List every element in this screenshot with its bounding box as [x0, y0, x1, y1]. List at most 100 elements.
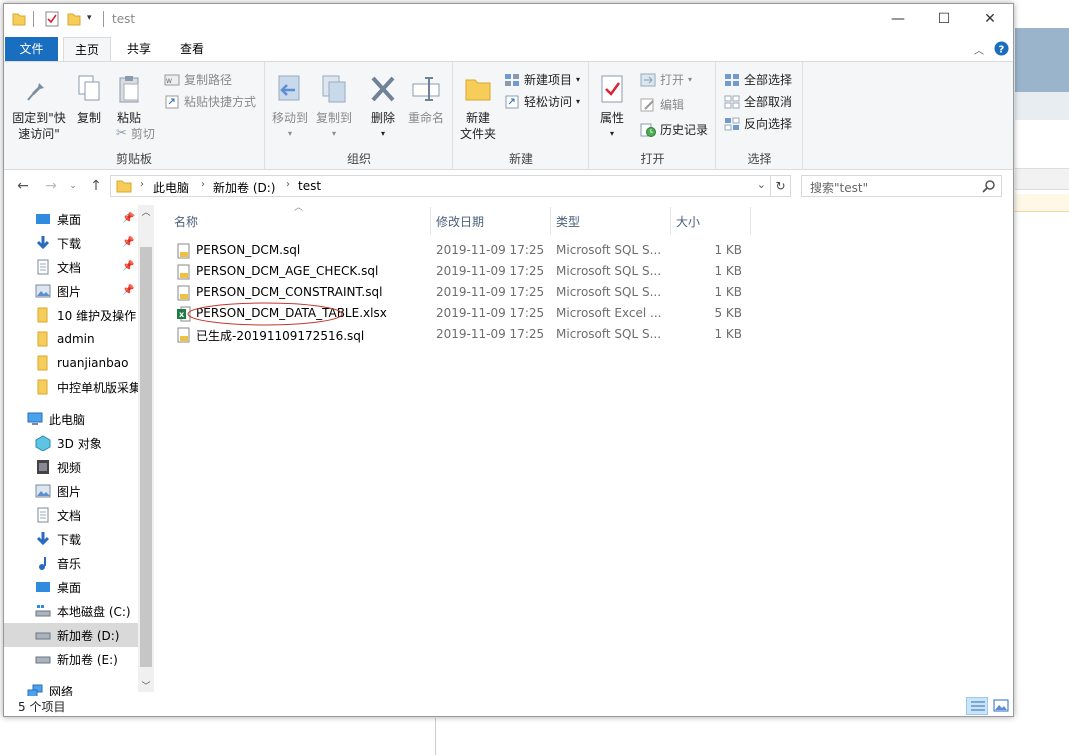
select-all-label: 全部选择 [744, 73, 793, 87]
nav-label: 下载 [57, 532, 82, 547]
paste-button[interactable]: 粘贴 [112, 74, 146, 126]
rename-button[interactable]: 重命名 [406, 74, 446, 126]
nav-label: 图片 [57, 284, 82, 299]
nav-pc-3d-objects[interactable]: 3D 对象 [35, 431, 154, 455]
nav-pc-downloads[interactable]: 下载 [35, 527, 154, 551]
pin-to-quick-access-button[interactable]: 固定到"快 速访问" [8, 74, 70, 142]
edit-button[interactable]: 编辑 [640, 95, 684, 115]
nav-pc-drive-e[interactable]: 新加卷 (E:) [35, 647, 154, 671]
folder-icon [12, 13, 26, 26]
minimize-button[interactable]: — [875, 4, 921, 34]
nav-quick-downloads[interactable]: 下载 [35, 231, 154, 255]
details-view-icon[interactable] [966, 697, 988, 715]
select-none-label: 全部取消 [744, 95, 793, 109]
tab-share[interactable]: 共享 [117, 37, 161, 61]
breadcrumb-test[interactable]: test [298, 179, 321, 193]
large-icons-view-icon[interactable] [990, 697, 1012, 715]
column-separator[interactable] [550, 207, 551, 235]
select-all-icon [725, 74, 739, 86]
move-to-button[interactable]: 移动到 ▾ [270, 74, 310, 142]
select-none-button[interactable]: 全部取消 [724, 92, 792, 112]
maximize-button[interactable]: ☐ [921, 4, 967, 34]
nav-quick-documents[interactable]: 文档 [35, 255, 154, 279]
new-item-label: 新建项目 [524, 73, 573, 87]
nav-pc-desktop[interactable]: 桌面 [35, 575, 154, 599]
nav-quick-pictures[interactable]: 图片 [35, 279, 154, 303]
nav-pc-documents[interactable]: 文档 [35, 503, 154, 527]
paste-shortcut-button[interactable]: 粘贴快捷方式 [164, 92, 256, 112]
copy-button[interactable]: 复制 [72, 74, 106, 126]
nav-scrollbar[interactable]: ︿ ﹀ [138, 205, 154, 692]
close-button[interactable]: ✕ [967, 4, 1013, 34]
scroll-down-icon[interactable]: ﹀ [138, 679, 154, 692]
copy-to-button[interactable]: 复制到 ▾ [314, 74, 354, 142]
column-header-type[interactable]: 类型 [556, 213, 580, 230]
file-row[interactable]: PERSON_DCM.sql 2019-11-09 17:25 Microsof… [170, 240, 750, 261]
breadcrumb-this-pc[interactable]: 此电脑 [153, 179, 189, 196]
back-arrow-icon[interactable]: ← [14, 177, 32, 195]
tab-home[interactable]: 主页 [63, 37, 111, 62]
properties-icon[interactable] [45, 11, 59, 27]
column-separator[interactable] [670, 207, 671, 235]
quick-access-dropdown-icon[interactable]: ▾ [87, 13, 92, 29]
file-row[interactable]: PERSON_DCM_CONSTRAINT.sql 2019-11-09 17:… [170, 282, 750, 303]
nav-quick-folder[interactable]: ruanjianbao [35, 351, 154, 375]
nav-label: 此电脑 [49, 412, 86, 427]
nav-pc-drive-d[interactable]: 新加卷 (D:) [35, 623, 154, 647]
properties-icon [601, 75, 623, 103]
tab-file[interactable]: 文件 [5, 37, 58, 61]
new-folder-button[interactable]: 新建 文件夹 [456, 74, 500, 142]
history-icon [640, 123, 656, 137]
collapse-ribbon-icon[interactable]: ︿ [974, 42, 984, 57]
sql-file-icon [177, 243, 190, 259]
forward-arrow-icon[interactable]: → [42, 177, 60, 195]
nav-pc-music[interactable]: 音乐 [35, 551, 154, 575]
network-icon [27, 684, 43, 696]
nav-this-pc[interactable]: 此电脑 [27, 407, 154, 431]
help-icon[interactable]: ? [994, 41, 1009, 56]
nav-pc-pictures[interactable]: 图片 [35, 479, 154, 503]
up-arrow-icon[interactable]: ↑ [87, 177, 105, 195]
file-row[interactable]: 已生成-20191109172516.sql 2019-11-09 17:25 … [170, 324, 750, 345]
nav-quick-folder[interactable]: admin [35, 327, 154, 351]
cut-button[interactable]: ✂ 剪切 [116, 124, 155, 144]
refresh-icon[interactable]: ↻ [771, 175, 791, 197]
search-input[interactable]: 搜索"test" [801, 175, 1002, 197]
column-separator[interactable] [750, 207, 751, 235]
nav-quick-folder[interactable]: 10 维护及操作 [35, 303, 154, 327]
invert-selection-button[interactable]: 反向选择 [724, 114, 792, 134]
tab-view[interactable]: 查看 [170, 37, 214, 61]
delete-button[interactable]: 删除 ▾ [366, 74, 400, 142]
address-dropdown-chevron-icon[interactable]: ⌄ [757, 178, 766, 191]
open-button[interactable]: 打开 ▾ [640, 70, 692, 90]
address-bar[interactable]: › 此电脑 › 新加卷 (D:) › test ⌄ [110, 175, 771, 197]
recent-locations-chevron-icon[interactable]: ⌄ [64, 177, 82, 195]
nav-pc-drive-c[interactable]: 本地磁盘 (C:) [35, 599, 154, 623]
column-header-name[interactable]: 名称 [174, 213, 198, 230]
easy-access-button[interactable]: 轻松访问 ▾ [504, 92, 580, 112]
column-header-date[interactable]: 修改日期 [436, 213, 484, 230]
file-row[interactable]: PERSON_DCM_AGE_CHECK.sql 2019-11-09 17:2… [170, 261, 750, 282]
edit-label: 编辑 [660, 98, 685, 112]
column-header-size[interactable]: 大小 [676, 213, 700, 230]
nav-scrollbar-thumb[interactable] [140, 247, 152, 667]
scroll-up-icon[interactable]: ︿ [138, 205, 154, 218]
properties-button[interactable]: 属性 ▾ [594, 74, 630, 142]
nav-quick-desktop[interactable]: 桌面 [35, 207, 154, 231]
column-separator[interactable] [430, 207, 431, 235]
clipboard-group-label: 剪贴板 [115, 152, 152, 166]
breadcrumb-drive-d[interactable]: 新加卷 (D:) [213, 179, 275, 196]
open-group: 属性 ▾ 打开 ▾ 编辑 历史记录 打开 [590, 62, 716, 170]
new-item-button[interactable]: 新建项目 ▾ [504, 70, 580, 90]
new-folder-icon[interactable] [67, 11, 81, 27]
folder-icon [37, 379, 48, 395]
nav-label: 10 维护及操作 [57, 308, 137, 323]
select-all-button[interactable]: 全部选择 [724, 70, 792, 90]
nav-network[interactable]: 网络 [27, 679, 154, 696]
open-icon [640, 73, 656, 87]
copy-path-button[interactable]: W 复制路径 [164, 70, 232, 90]
history-button[interactable]: 历史记录 [640, 120, 708, 140]
nav-pc-videos[interactable]: 视频 [35, 455, 154, 479]
file-row[interactable]: x PERSON_DCM_DATA_TABLE.xlsx 2019-11-09 … [170, 302, 750, 326]
nav-quick-folder[interactable]: 中控单机版采集 [35, 375, 154, 399]
